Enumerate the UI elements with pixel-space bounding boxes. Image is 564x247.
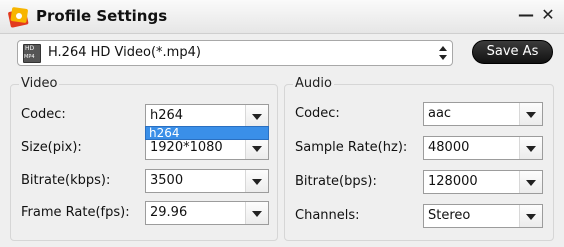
audio-bitrate-value: 128000 [428,174,478,189]
audio-channels-value: Stereo [428,208,471,223]
audio-codec-value: aac [428,106,452,121]
chevron-down-icon[interactable] [245,170,268,192]
video-codec-label: Codec: [21,107,66,122]
video-codec-value: h264 [150,108,184,123]
chevron-down-icon[interactable] [245,137,268,159]
video-size-label: Size(pix): [21,140,82,155]
video-group-title: Video [19,76,60,91]
video-bitrate-value: 3500 [150,173,184,188]
chevron-down-icon[interactable] [519,171,542,193]
format-select[interactable]: H.264 HD Video(*.mp4) [17,40,453,66]
chevron-down-icon[interactable] [245,105,268,127]
audio-bitrate-select[interactable]: 128000 [423,170,543,194]
video-bitrate-label: Bitrate(kbps): [21,173,111,188]
chevron-down-icon[interactable] [519,103,542,125]
close-icon[interactable]: ✕ [540,7,556,23]
audio-codec-select[interactable]: aac [423,102,543,126]
video-framerate-label: Frame Rate(fps): [21,205,130,220]
save-as-button[interactable]: Save As [472,40,553,64]
audio-samplerate-label: Sample Rate(hz): [295,140,408,155]
app-logo-icon [8,7,29,28]
audio-channels-select[interactable]: Stereo [423,204,543,228]
updown-arrows-icon [439,46,447,60]
codec-dropdown-option-label: h264 [149,126,180,140]
video-bitrate-select[interactable]: 3500 [145,169,269,193]
chevron-down-icon[interactable] [245,202,268,224]
video-framerate-select[interactable]: 29.96 [145,201,269,225]
audio-codec-label: Codec: [295,106,340,121]
window-title: Profile Settings [36,7,168,25]
audio-bitrate-label: Bitrate(bps): [295,174,377,189]
video-size-value: 1920*1080 [150,140,223,155]
title-bar: Profile Settings — ✕ [0,0,564,34]
audio-samplerate-select[interactable]: 48000 [423,136,543,160]
chevron-down-icon[interactable] [519,137,542,159]
audio-samplerate-value: 48000 [428,140,470,155]
video-codec-select[interactable]: h264 [145,104,269,128]
video-framerate-value: 29.96 [150,205,188,220]
audio-group-title: Audio [293,76,334,91]
codec-dropdown-option[interactable]: h264 [145,126,269,140]
audio-channels-label: Channels: [295,208,360,223]
minimize-icon[interactable]: — [518,7,534,23]
hd-mp4-icon [23,44,41,63]
chevron-down-icon[interactable] [519,205,542,227]
format-value: H.264 HD Video(*.mp4) [48,45,201,60]
